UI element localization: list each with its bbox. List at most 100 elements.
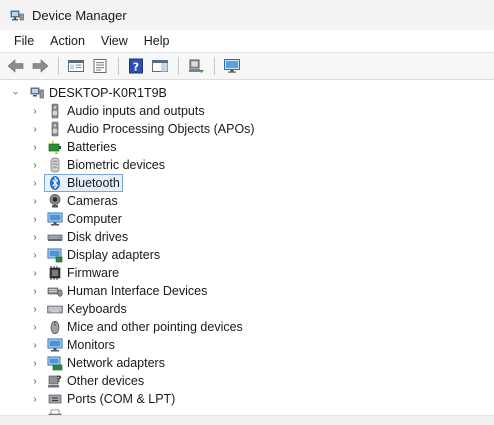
tree-item-bluetooth[interactable]: › Bluetooth <box>0 174 494 192</box>
tree-item-label: Audio inputs and outputs <box>67 104 205 118</box>
menu-file[interactable]: File <box>6 32 42 50</box>
tree-item-label: Batteries <box>67 140 117 154</box>
chevron-right-icon[interactable]: › <box>30 394 40 405</box>
chevron-right-icon[interactable]: › <box>30 250 40 261</box>
tree-item-label: Mice and other pointing devices <box>67 320 243 334</box>
toolbar-separator <box>178 57 179 75</box>
back-icon <box>7 59 24 73</box>
monitor-button[interactable] <box>221 55 243 77</box>
update-driver-icon <box>93 59 107 73</box>
chevron-right-icon[interactable]: › <box>30 178 40 189</box>
tree-item-mice[interactable]: › Mice and other pointing devices <box>0 318 494 336</box>
battery-icon <box>47 139 63 155</box>
tree-item-computer[interactable]: › Computer <box>0 210 494 228</box>
horizontal-scrollbar[interactable] <box>0 415 494 425</box>
computer-icon <box>47 211 63 227</box>
back-button[interactable] <box>5 55 27 77</box>
action-pane-button[interactable] <box>149 55 171 77</box>
help-button[interactable]: ? <box>125 55 147 77</box>
action-pane-icon <box>152 60 168 72</box>
title-bar: Device Manager <box>0 0 494 30</box>
tree-item-label: Cameras <box>67 194 118 208</box>
tree-item-label: Human Interface Devices <box>67 284 208 298</box>
fingerprint-icon <box>47 157 63 173</box>
toolbar-separator <box>118 57 119 75</box>
tree-item-apos[interactable]: › Audio Processing Objects (APOs) <box>0 120 494 138</box>
network-adapter-icon <box>47 355 63 371</box>
menu-action[interactable]: Action <box>42 32 93 50</box>
tree-item-hid[interactable]: › Human Interface Devices <box>0 282 494 300</box>
toolbar: ? <box>0 52 494 80</box>
chevron-right-icon[interactable]: › <box>30 196 40 207</box>
toolbar-separator <box>214 57 215 75</box>
menu-bar: File Action View Help <box>0 30 494 52</box>
hid-icon <box>47 283 63 299</box>
chevron-right-icon[interactable]: › <box>30 322 40 333</box>
chevron-right-icon[interactable]: › <box>30 286 40 297</box>
bluetooth-icon <box>47 175 63 191</box>
tree-item-keyboards[interactable]: › Keyboards <box>0 300 494 318</box>
speaker-icon <box>47 103 63 119</box>
tree-item-audio-inputs[interactable]: › Audio inputs and outputs <box>0 102 494 120</box>
display-adapter-icon <box>47 247 63 263</box>
firmware-icon <box>47 265 63 281</box>
monitor-icon <box>224 59 240 73</box>
device-manager-icon <box>10 10 24 21</box>
speaker-icon <box>47 121 63 137</box>
tree-item-display-adapters[interactable]: › Display adapters <box>0 246 494 264</box>
chevron-right-icon[interactable]: › <box>30 268 40 279</box>
tree-item-label: Ports (COM & LPT) <box>67 392 176 406</box>
update-driver-button[interactable] <box>89 55 111 77</box>
computer-name: DESKTOP-K0R1T9B <box>49 86 167 100</box>
chevron-right-icon[interactable]: › <box>30 304 40 315</box>
tree-item-label: Keyboards <box>67 302 127 316</box>
tree-item-label: Disk drives <box>67 230 129 244</box>
chevron-down-icon[interactable]: › <box>11 88 22 98</box>
tree-item-label: Firmware <box>67 266 120 280</box>
forward-icon <box>32 59 49 73</box>
menu-view[interactable]: View <box>93 32 136 50</box>
chevron-right-icon[interactable]: › <box>30 142 40 153</box>
chevron-right-icon[interactable]: › <box>30 340 40 351</box>
tree-root[interactable]: › DESKTOP-K0R1T9B <box>0 84 494 102</box>
chevron-right-icon[interactable]: › <box>30 376 40 387</box>
camera-icon <box>47 193 63 209</box>
chevron-right-icon[interactable]: › <box>30 214 40 225</box>
scan-hardware-icon <box>189 59 204 73</box>
tree-item-disk-drives[interactable]: › Disk drives <box>0 228 494 246</box>
tree-item-partial[interactable]: › <box>0 408 494 415</box>
tree-item-label: Bluetooth <box>67 176 120 190</box>
tree-item-label: Monitors <box>67 338 115 352</box>
tree-item-label: Display adapters <box>67 248 161 262</box>
help-icon: ? <box>129 58 143 74</box>
tree-item-network-adapters[interactable]: › Network adapters <box>0 354 494 372</box>
tree-item-label: Audio Processing Objects (APOs) <box>67 122 255 136</box>
properties-pane-icon <box>68 60 84 72</box>
tree-item-label: Other devices <box>67 374 145 388</box>
monitor-icon <box>47 337 63 353</box>
tree-item-monitors[interactable]: › Monitors <box>0 336 494 354</box>
tree-item-firmware[interactable]: › Firmware <box>0 264 494 282</box>
port-icon <box>47 391 63 407</box>
tree-item-label: Computer <box>67 212 122 226</box>
scan-hardware-button[interactable] <box>185 55 207 77</box>
menu-help[interactable]: Help <box>136 32 178 50</box>
chevron-right-icon[interactable]: › <box>30 160 40 171</box>
chevron-right-icon[interactable]: › <box>30 232 40 243</box>
tree-item-label: Network adapters <box>67 356 165 370</box>
tree-item-biometric[interactable]: › Biometric devices <box>0 156 494 174</box>
tree-item-batteries[interactable]: › Batteries <box>0 138 494 156</box>
chevron-right-icon[interactable]: › <box>30 124 40 135</box>
chevron-right-icon[interactable]: › <box>30 358 40 369</box>
unknown-device-icon: ? <box>47 373 63 389</box>
device-tree[interactable]: › DESKTOP-K0R1T9B › Audio inputs and out… <box>0 81 494 415</box>
properties-pane-button[interactable] <box>65 55 87 77</box>
tree-item-label: Biometric devices <box>67 158 165 172</box>
window-title: Device Manager <box>32 7 127 23</box>
tree-item-ports[interactable]: › Ports (COM & LPT) <box>0 390 494 408</box>
tree-item-other-devices[interactable]: › ? Other devices <box>0 372 494 390</box>
tree-item-cameras[interactable]: › Cameras <box>0 192 494 210</box>
chevron-right-icon[interactable]: › <box>30 106 40 117</box>
disk-drive-icon <box>47 229 63 245</box>
forward-button[interactable] <box>29 55 51 77</box>
